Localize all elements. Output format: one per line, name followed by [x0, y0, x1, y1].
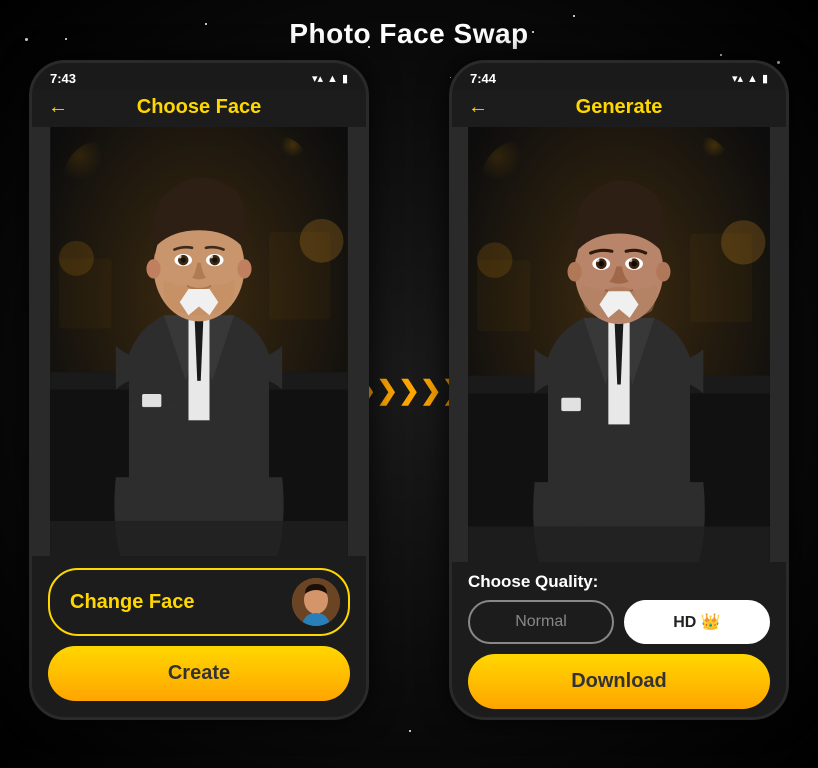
face-thumbnail — [292, 578, 340, 626]
signal-icon: ▾▴ — [312, 72, 323, 85]
right-man-photo — [452, 127, 786, 562]
left-photo-area — [32, 127, 366, 556]
chevron-4: ❯ — [420, 377, 442, 403]
battery-icon: ▮ — [342, 72, 348, 85]
quality-options: Normal HD 👑 — [468, 600, 770, 644]
create-button[interactable]: Create — [48, 646, 350, 701]
download-button[interactable]: Download — [468, 654, 770, 709]
right-phone: 7:44 ▾▴ ▲ ▮ ← Generate — [449, 60, 789, 720]
right-app-header: ← Generate — [452, 90, 786, 127]
chevrons: ❯ ❯ ❯ ❯ ❯ — [355, 377, 464, 403]
right-status-time: 7:44 — [470, 71, 496, 86]
quality-label: Choose Quality: — [468, 572, 770, 592]
right-status-bar: 7:44 ▾▴ ▲ ▮ — [452, 63, 786, 90]
left-back-button[interactable]: ← — [48, 96, 68, 119]
page-title: Photo Face Swap — [289, 18, 528, 50]
left-status-bar: 7:43 ▾▴ ▲ ▮ — [32, 63, 366, 90]
right-battery-icon: ▮ — [762, 72, 768, 85]
right-back-button[interactable]: ← — [468, 96, 488, 119]
quality-section: Choose Quality: Normal HD 👑 Download — [452, 562, 786, 717]
left-app-header: ← Choose Face — [32, 90, 366, 127]
change-face-button[interactable]: Change Face — [48, 568, 350, 636]
arrow-section: ❯ ❯ ❯ ❯ ❯ — [369, 377, 449, 403]
left-header-title: Choose Face — [137, 96, 261, 119]
change-face-label: Change Face — [70, 591, 194, 614]
chevron-3: ❯ — [398, 377, 420, 403]
quality-normal-button[interactable]: Normal — [468, 600, 614, 644]
left-status-icons: ▾▴ ▲ ▮ — [312, 72, 348, 85]
right-status-icons: ▾▴ ▲ ▮ — [732, 72, 768, 85]
quality-hd-button[interactable]: HD 👑 — [624, 600, 770, 644]
right-wifi-icon: ▲ — [747, 73, 758, 85]
left-man-photo — [32, 127, 366, 556]
chevron-2: ❯ — [376, 377, 398, 403]
left-status-time: 7:43 — [50, 71, 76, 86]
wifi-icon: ▲ — [327, 73, 338, 85]
right-header-title: Generate — [576, 96, 663, 119]
right-photo-area — [452, 127, 786, 562]
phones-container: 7:43 ▾▴ ▲ ▮ ← Choose Face — [29, 60, 789, 720]
left-phone: 7:43 ▾▴ ▲ ▮ ← Choose Face — [29, 60, 369, 720]
left-phone-bottom: Change Face Create — [32, 556, 366, 717]
right-signal-icon: ▾▴ — [732, 72, 743, 85]
